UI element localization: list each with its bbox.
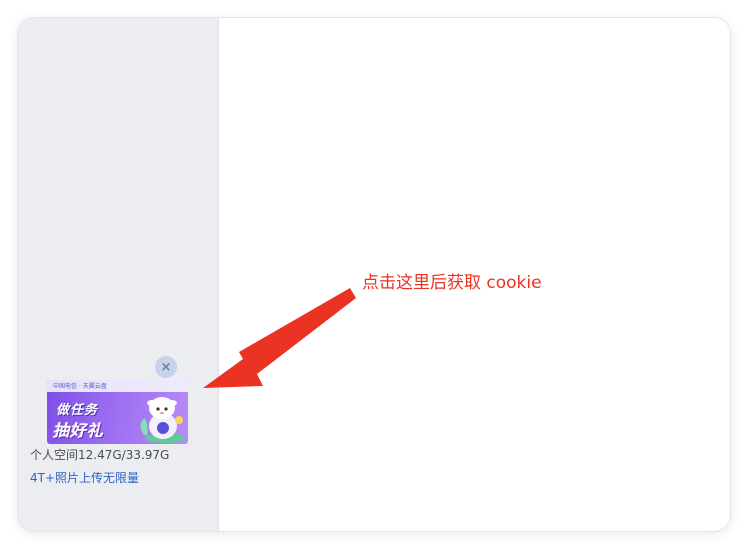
promo-banner[interactable]: 中国电信 · 天翼云盘 做任务 抽好礼 <box>47 380 188 444</box>
annotation-label: 点击这里后获取 cookie <box>362 273 542 293</box>
promo-title-line2: 抽好礼 <box>53 421 105 440</box>
promo-title-line1: 做任务 <box>56 403 99 418</box>
mascot-illustration <box>140 397 185 443</box>
promo-brand-logos: 中国电信 · 天翼云盘 <box>53 383 107 390</box>
promo-brand-bar: 中国电信 · 天翼云盘 <box>47 380 188 392</box>
close-icon[interactable]: × <box>155 356 177 378</box>
upgrade-link[interactable]: 4T+照片上传无限量 <box>30 469 139 486</box>
storage-usage: 个人空间12.47G/33.97G <box>30 448 170 462</box>
